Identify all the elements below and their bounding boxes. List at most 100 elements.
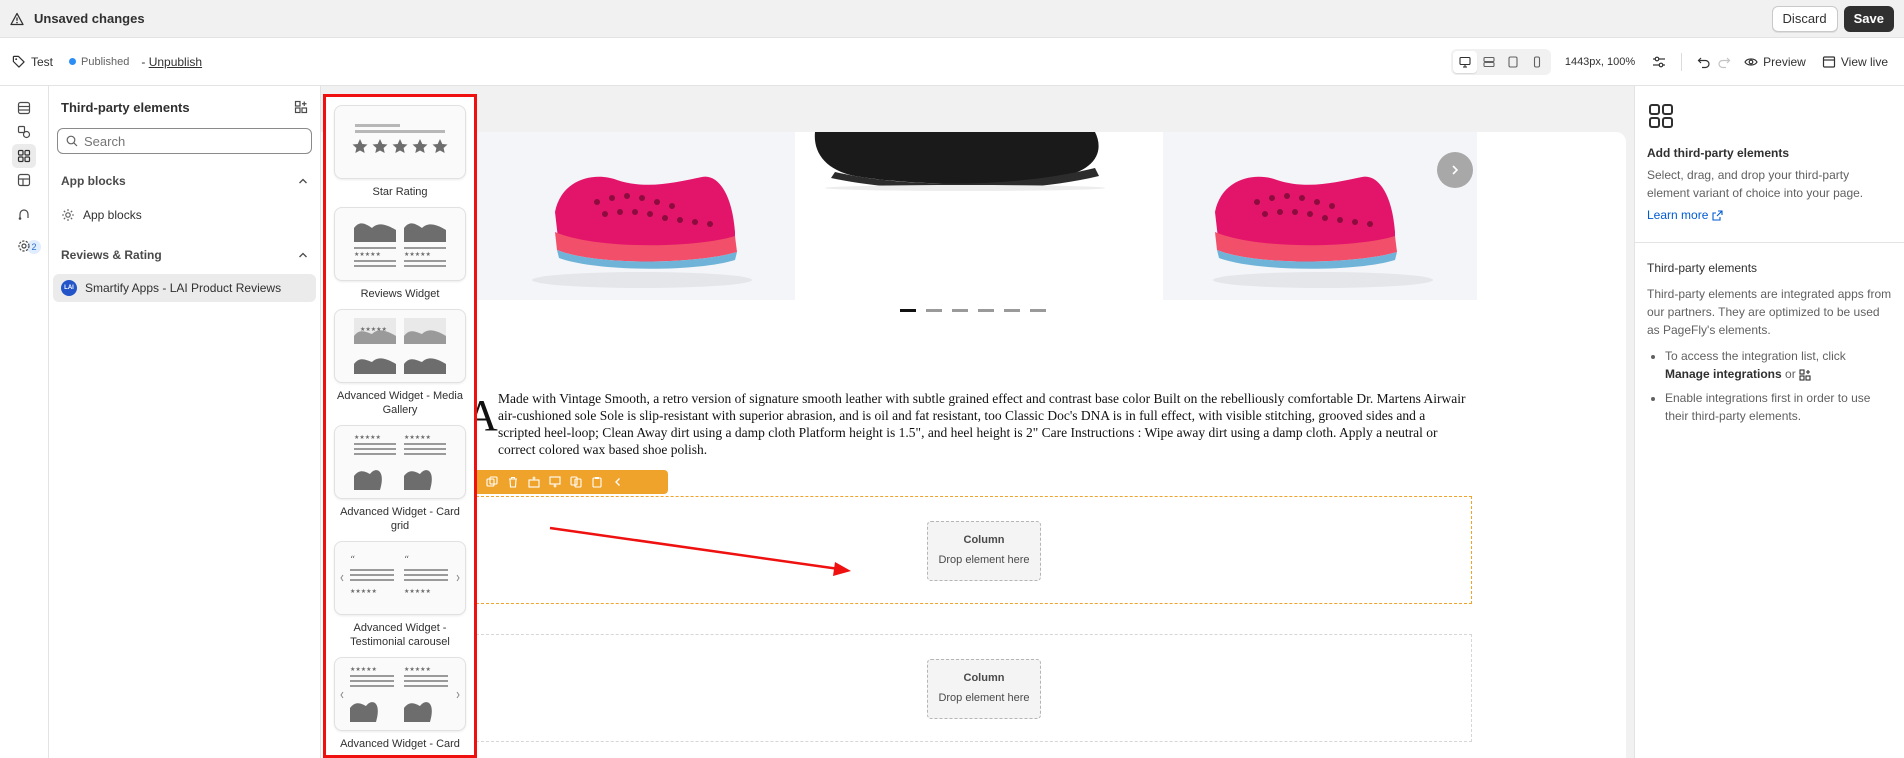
svg-text:★★★★★: ★★★★★: [360, 326, 387, 333]
widget-label: Advanced Widget - Card grid: [340, 506, 460, 532]
list-item-label: Smartify Apps - LAI Product Reviews: [85, 281, 282, 295]
page-toolbar: Test Published - Unpublish 1443px, 100% …: [0, 38, 1904, 86]
preview-label: Preview: [1763, 55, 1806, 69]
status-badge: Published: [69, 56, 129, 68]
tablet-icon[interactable]: [1501, 51, 1525, 73]
svg-text:★★★★★: ★★★★★: [404, 666, 431, 673]
divider: [1635, 242, 1904, 243]
discard-button[interactable]: Discard: [1771, 5, 1838, 32]
search-input[interactable]: [84, 133, 284, 149]
widget-thumbnail: ★★★★★ ★★★★★: [334, 207, 466, 281]
tag-icon: [12, 55, 25, 68]
external-link-icon: [1712, 209, 1723, 221]
widget-media-gallery[interactable]: ★★★★★ Advanced Widget - Media Gallery: [326, 309, 474, 417]
widget-thumbnail: ★★★★★ ★★★★★: [334, 657, 466, 731]
list-item-app-blocks[interactable]: App blocks: [49, 200, 320, 230]
svg-text:“: “: [404, 555, 409, 566]
widget-label: Advanced Widget - Card: [340, 738, 460, 750]
manage-integrations-icon: [1799, 369, 1811, 381]
layers-icon[interactable]: [12, 96, 36, 120]
search-icon: [66, 135, 78, 147]
third-party-panel: Third-party elements App blocks App bloc…: [49, 86, 321, 758]
external-window-icon: [1822, 55, 1836, 69]
bullet-text: or: [1785, 367, 1796, 381]
status-label: Published: [81, 55, 130, 68]
widget-thumbnail: “ “ ★★★★★ ★★★★★: [334, 541, 466, 615]
list-item: To access the integration list, click Ma…: [1665, 347, 1892, 383]
section-title: Third-party elements: [1647, 261, 1758, 275]
section-title: Reviews & Rating: [61, 248, 162, 262]
unpublish-link[interactable]: - Unpublish: [141, 55, 202, 69]
widget-thumbnail: ★★★★★ ★★★★★: [334, 425, 466, 499]
warning-icon: [10, 12, 24, 26]
widget-variants-list: Star Rating ★★★★★ ★★★★★ Reviews Widget ★…: [323, 94, 477, 758]
section-app-blocks[interactable]: App blocks: [49, 164, 320, 198]
lai-logo: LAI: [61, 280, 77, 296]
search-field[interactable]: [57, 128, 312, 154]
widget-label: Reviews Widget: [360, 288, 440, 300]
sections-icon[interactable]: [12, 168, 36, 192]
chevron-up-icon: [298, 176, 308, 186]
gear-icon[interactable]: [12, 234, 36, 258]
editor-canvas[interactable]: A Made with Vintage Smooth, a retro vers…: [321, 86, 1634, 758]
instructions-list: To access the integration list, click Ma…: [1647, 347, 1892, 425]
eye-icon: [1744, 55, 1758, 69]
shapes-icon[interactable]: [12, 120, 36, 144]
save-button[interactable]: Save: [1843, 5, 1894, 32]
list-item-smartify-lai[interactable]: LAI Smartify Apps - LAI Product Reviews: [53, 274, 316, 302]
elements-grid-icon[interactable]: [12, 144, 36, 168]
device-switcher: [1450, 49, 1551, 75]
panel-header: Third-party elements: [49, 86, 320, 128]
list-item-label: App blocks: [83, 208, 142, 222]
settings-sliders-icon[interactable]: [1649, 52, 1669, 72]
svg-text:★★★★★: ★★★★★: [354, 251, 381, 258]
svg-text:★★★★★: ★★★★★: [350, 666, 377, 673]
view-live-label: View live: [1840, 55, 1888, 69]
info-intro: Select, drag, and drop your third-party …: [1647, 168, 1864, 200]
undo-icon[interactable]: [1694, 52, 1714, 72]
section-title: App blocks: [61, 174, 126, 188]
widget-card-grid[interactable]: ★★★★★ ★★★★★ Advanced Widget - Card grid: [326, 425, 474, 533]
svg-text:★★★★★: ★★★★★: [404, 434, 431, 441]
status-dot: [69, 58, 77, 65]
panel-title: Third-party elements: [61, 99, 190, 115]
top-bar: Unsaved changes Discard Save: [0, 0, 1904, 38]
widget-thumbnail: ★★★★★: [334, 309, 466, 383]
svg-text:★★★★★: ★★★★★: [404, 251, 431, 258]
svg-text:★★★★★: ★★★★★: [404, 588, 431, 595]
redo-icon[interactable]: [1714, 52, 1734, 72]
widget-thumbnail: [334, 105, 466, 179]
left-rail: 2: [0, 86, 49, 758]
desktop-icon[interactable]: [1477, 51, 1501, 73]
view-live-button[interactable]: View live: [1822, 55, 1888, 69]
preview-button[interactable]: Preview: [1744, 55, 1806, 69]
widget-card[interactable]: ★★★★★ ★★★★★ Advanced Widget - Card: [326, 657, 474, 751]
desktop-large-icon[interactable]: [1452, 51, 1477, 73]
integrations-icon[interactable]: [12, 202, 36, 226]
mobile-icon[interactable]: [1525, 51, 1549, 73]
section-text: Third-party elements are integrated apps…: [1647, 287, 1892, 337]
learn-more-label: Learn more: [1647, 208, 1709, 222]
learn-more-link[interactable]: Learn more: [1647, 208, 1892, 222]
section-reviews-rating[interactable]: Reviews & Rating: [49, 238, 320, 272]
drag-arrow: [549, 526, 851, 576]
unpublish-prefix: -: [141, 54, 146, 69]
widget-testimonial-carousel[interactable]: “ “ ★★★★★ ★★★★★ Advanced Widget - Testim…: [326, 541, 474, 649]
chevron-up-icon: [298, 250, 308, 260]
page-preview: A Made with Vintage Smooth, a retro vers…: [321, 132, 1626, 758]
unpublish-label: Unpublish: [148, 54, 203, 69]
manage-integrations-link[interactable]: Manage integrations: [1665, 367, 1782, 381]
widget-label: Advanced Widget - Testimonial carousel: [350, 622, 450, 648]
bullet-text: To access the integration list, click: [1665, 349, 1846, 363]
unsaved-changes-title: Unsaved changes: [34, 11, 145, 26]
elements-grid-icon: [1647, 102, 1675, 130]
widget-label: Star Rating: [372, 186, 428, 198]
widget-reviews[interactable]: ★★★★★ ★★★★★ Reviews Widget: [326, 207, 474, 301]
page-name[interactable]: Test: [12, 55, 53, 69]
widget-star-rating[interactable]: Star Rating: [326, 105, 474, 199]
zoom-level[interactable]: 1443px, 100%: [1565, 56, 1635, 68]
app-block-icon: [61, 208, 75, 222]
widget-label: Advanced Widget - Media Gallery: [337, 390, 463, 416]
manage-integrations-icon[interactable]: [294, 100, 308, 114]
divider: [1681, 53, 1683, 71]
